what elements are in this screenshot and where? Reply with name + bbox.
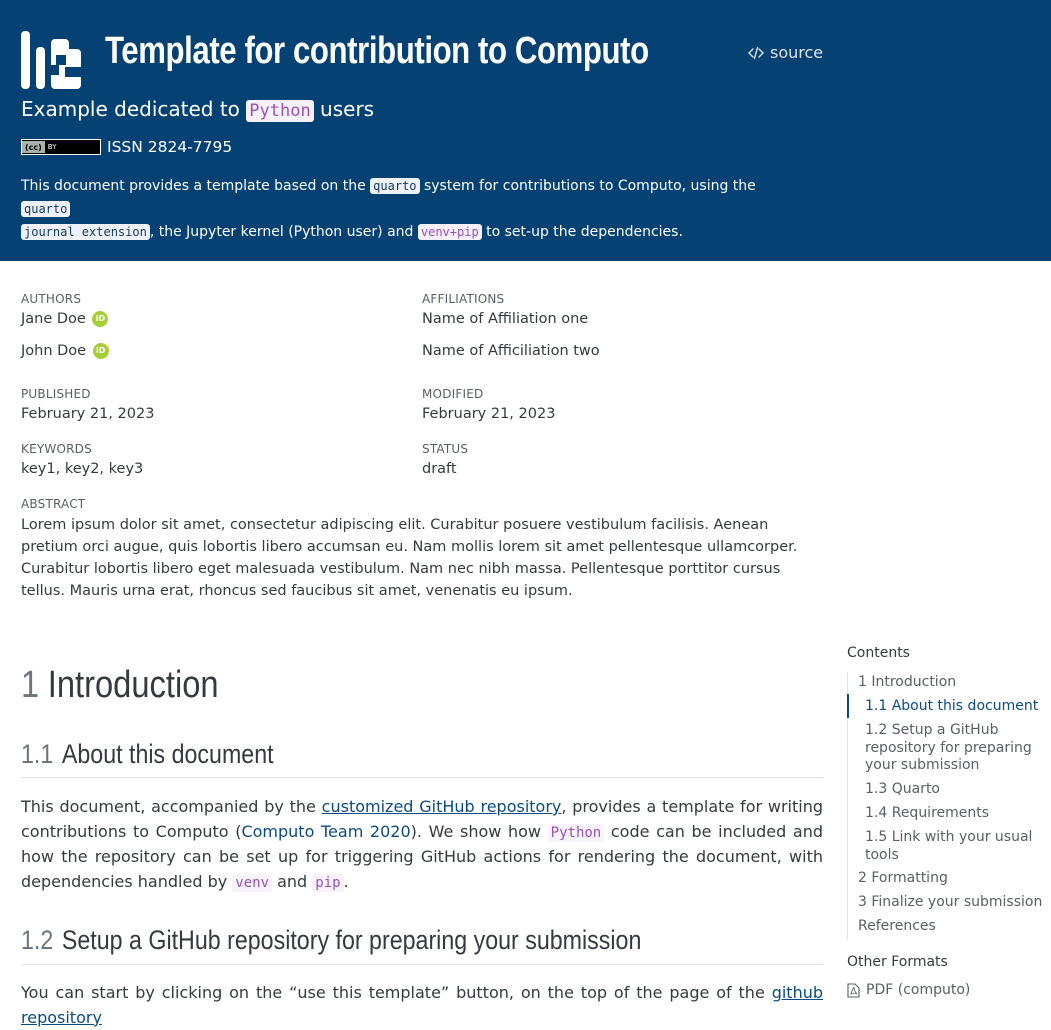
toc-active-indicator [847,694,849,718]
modified-date: February 21, 2023 [422,406,556,422]
source-code-link[interactable]: source [748,43,823,62]
code-python: Python [547,823,605,842]
title-banner: Template for contribution to Computo sou… [0,0,1051,261]
toc-item-quarto[interactable]: 1.3 Quarto [865,781,940,799]
pdf-download-link[interactable]: PDF (computo) [847,982,970,998]
code-quarto-2: quarto [21,201,71,217]
pdf-label: PDF (computo) [866,982,971,998]
toc-item-requirements[interactable]: 1.4 Requirements [865,805,989,823]
section-heading-setup: 1.2 Setup a GitHub repository for prepari… [21,925,642,955]
code-venv: venv [232,873,272,892]
code-pip: pip [312,873,344,892]
computo-logo [21,31,81,89]
status-label: STATUS [422,442,469,456]
toc-title: Contents [847,645,910,661]
published-label: PUBLISHED [21,387,91,401]
code-venv-pip: venv+pip [417,224,482,240]
toc-item-references[interactable]: References [858,918,936,936]
affiliations-label: AFFILIATIONS [422,292,505,306]
toc-item-tools[interactable]: 1.5 Link with your usual tools [865,829,1040,864]
affiliation-2: Name of Afficiliation two [422,343,600,359]
code-journal-extension: journal extension [21,224,150,240]
abstract-text: Lorem ipsum dolor sit amet, consectetur … [21,517,798,599]
other-formats-title: Other Formats [847,954,948,970]
orcid-icon[interactable]: iD [92,311,109,327]
citation-link[interactable]: Computo Team 2020 [241,822,410,841]
paragraph-about: This document, accompanied by the custom… [21,797,824,892]
section-heading-introduction: 1 Introduction [21,664,219,706]
paragraph-setup: You can start by clicking on the “use th… [21,983,823,1027]
license-row: (cc) BY ISSN 2824-7795 [21,138,232,156]
published-date: February 21, 2023 [21,406,155,422]
affiliation-1: Name of Affiliation one [422,311,589,327]
toc-item-about[interactable]: 1.1 About this document [865,698,1038,716]
orcid-icon[interactable]: iD [92,343,109,359]
status-value: draft [422,461,457,477]
author-1: Jane Doe iD [21,311,109,327]
keywords-value: key1, key2, key3 [21,461,144,477]
toc-item-setup[interactable]: 1.2 Setup a GitHub repository for prepar… [865,722,1040,775]
heading-rule [21,777,823,778]
pdf-file-icon [847,982,860,998]
customized-repo-link[interactable]: customized GitHub repository [322,797,562,816]
cc-by-license-badge[interactable]: (cc) BY [21,139,101,155]
author-2: John Doe iD [21,343,109,359]
heading-rule [21,964,823,965]
document-title: Template for contribution to Computo [105,30,649,72]
code-quarto: quarto [370,178,420,194]
section-heading-about: 1.1 About this document [21,739,274,769]
toc-item-formatting[interactable]: 2 Formatting [858,870,948,888]
subtitle-code: Python [246,100,314,122]
keywords-label: KEYWORDS [21,442,92,456]
document-description: This document provides a template based … [21,178,756,240]
modified-label: MODIFIED [422,387,484,401]
code-icon [748,46,764,59]
authors-label: AUTHORS [21,292,82,306]
toc-item-finalize[interactable]: 3 Finalize your submission [858,894,1042,912]
issn: ISSN 2824-7795 [107,138,233,156]
abstract-label: ABSTRACT [21,497,86,511]
toc-item-introduction[interactable]: 1 Introduction [858,674,956,692]
document-subtitle: Example dedicated to Python users [21,97,375,122]
source-label: source [770,43,824,62]
